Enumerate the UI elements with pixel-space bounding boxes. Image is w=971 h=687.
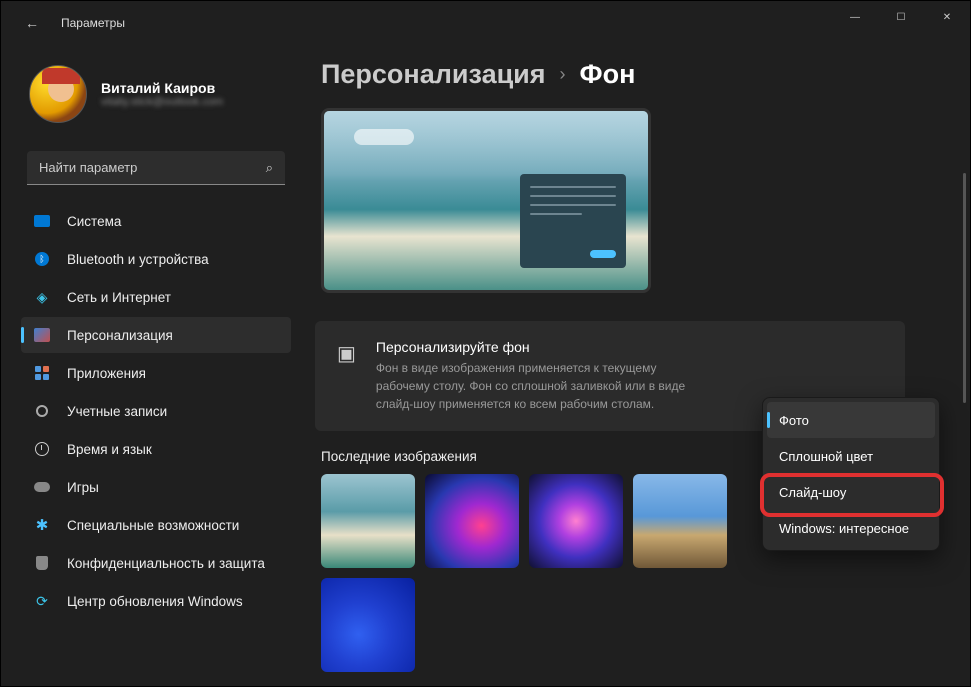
sidebar-item-label: Система	[67, 214, 121, 229]
setting-title: Персонализируйте фон	[376, 339, 706, 355]
sidebar-item-network[interactable]: ◈ Сеть и Интернет	[21, 279, 291, 315]
dropdown-option-spotlight[interactable]: Windows: интересное	[767, 510, 935, 546]
sidebar-item-system[interactable]: Система	[21, 203, 291, 239]
avatar	[29, 65, 87, 123]
sidebar-item-accessibility[interactable]: ✱ Специальные возможности	[21, 507, 291, 543]
apps-icon	[33, 364, 51, 382]
minimize-button[interactable]: ―	[832, 1, 878, 33]
breadcrumb-current: Фон	[580, 59, 636, 90]
search-input[interactable]: Найти параметр ⌕	[27, 151, 285, 185]
sidebar-item-label: Сеть и Интернет	[67, 290, 171, 305]
profile-block[interactable]: Виталий Каиров vitaliy.stick@outlook.com	[21, 45, 291, 147]
image-icon: ▣	[337, 341, 356, 413]
breadcrumb: Персонализация › Фон	[315, 59, 940, 90]
sidebar-item-apps[interactable]: Приложения	[21, 355, 291, 391]
sidebar-item-label: Специальные возможности	[67, 518, 239, 533]
recent-images-grid	[321, 474, 741, 672]
sidebar-item-label: Время и язык	[67, 442, 152, 457]
main-content: Персонализация › Фон ▣ Персонализируйте …	[301, 45, 970, 686]
sidebar-item-time[interactable]: Время и язык	[21, 431, 291, 467]
sidebar-item-label: Конфиденциальность и защита	[67, 556, 265, 571]
back-button[interactable]: ←	[25, 15, 39, 31]
chevron-right-icon: ›	[560, 64, 566, 85]
accessibility-icon: ✱	[33, 516, 51, 534]
sidebar-item-label: Центр обновления Windows	[67, 594, 243, 609]
sidebar-item-label: Учетные записи	[67, 404, 167, 419]
scrollbar[interactable]	[963, 173, 966, 403]
recent-image-thumb[interactable]	[529, 474, 623, 568]
dropdown-option-slideshow[interactable]: Слайд-шоу	[767, 474, 935, 510]
window-title: Параметры	[61, 16, 125, 30]
shield-icon	[33, 554, 51, 572]
profile-name: Виталий Каиров	[101, 80, 223, 96]
sidebar-item-label: Bluetooth и устройства	[67, 252, 209, 267]
search-placeholder: Найти параметр	[39, 160, 137, 175]
sidebar-item-bluetooth[interactable]: ᛒ Bluetooth и устройства	[21, 241, 291, 277]
clock-icon	[33, 440, 51, 458]
sidebar-item-label: Игры	[67, 480, 99, 495]
person-icon	[33, 402, 51, 420]
desktop-preview	[321, 108, 651, 293]
sidebar-item-update[interactable]: ⟳ Центр обновления Windows	[21, 583, 291, 619]
sidebar-item-personalization[interactable]: Персонализация	[21, 317, 291, 353]
search-icon: ⌕	[266, 160, 273, 176]
sidebar-item-gaming[interactable]: Игры	[21, 469, 291, 505]
setting-desc: Фон в виде изображения применяется к тек…	[376, 359, 706, 413]
dropdown-option-photo[interactable]: Фото	[767, 402, 935, 438]
recent-image-thumb[interactable]	[321, 474, 415, 568]
breadcrumb-parent[interactable]: Персонализация	[321, 59, 546, 90]
profile-email: vitaliy.stick@outlook.com	[101, 96, 223, 108]
recent-image-thumb[interactable]	[425, 474, 519, 568]
system-icon	[33, 212, 51, 230]
bluetooth-icon: ᛒ	[33, 250, 51, 268]
background-type-dropdown: Фото Сплошной цвет Слайд-шоу Windows: ин…	[762, 397, 940, 551]
sidebar-item-privacy[interactable]: Конфиденциальность и защита	[21, 545, 291, 581]
recent-image-thumb[interactable]	[633, 474, 727, 568]
recent-image-thumb[interactable]	[321, 578, 415, 672]
sidebar-item-accounts[interactable]: Учетные записи	[21, 393, 291, 429]
gamepad-icon	[33, 478, 51, 496]
brush-icon	[33, 326, 51, 344]
sidebar-item-label: Приложения	[67, 366, 146, 381]
maximize-button[interactable]: ☐	[878, 1, 924, 33]
dropdown-option-solid[interactable]: Сплошной цвет	[767, 438, 935, 474]
wifi-icon: ◈	[33, 288, 51, 306]
update-icon: ⟳	[33, 592, 51, 610]
sidebar: Виталий Каиров vitaliy.stick@outlook.com…	[1, 45, 301, 686]
close-button[interactable]: ✕	[924, 1, 970, 33]
sidebar-item-label: Персонализация	[67, 328, 173, 343]
